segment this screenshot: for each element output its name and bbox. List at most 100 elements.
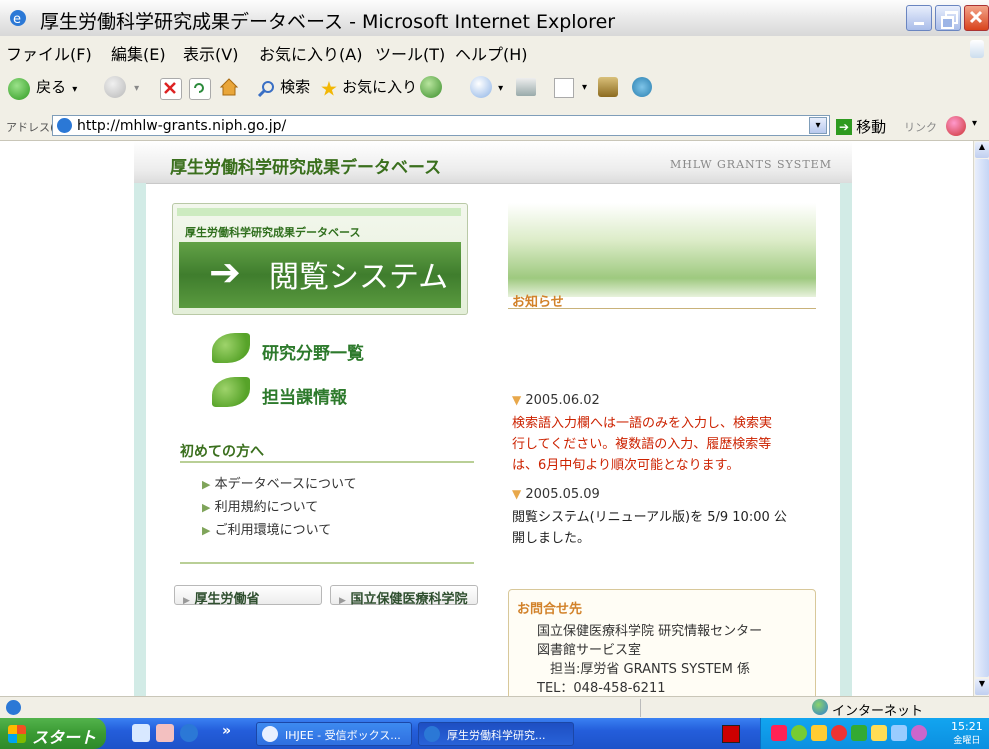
back-button[interactable]: 戻る ▾ (8, 76, 77, 100)
tray-icon[interactable] (831, 725, 847, 741)
news-line: 検索語入力欄へは一語のみを入力し、検索実 (512, 416, 773, 431)
search-button[interactable]: 検索 (256, 76, 310, 99)
quicklaunch-overflow-icon[interactable]: » (222, 723, 231, 739)
home-icon (219, 78, 239, 96)
show-desktop-icon[interactable] (132, 724, 150, 742)
back-arrow-icon (8, 77, 30, 100)
internet-zone-icon (812, 699, 828, 715)
forward-dropdown-icon[interactable]: ▾ (134, 83, 139, 94)
extension-dropdown-icon[interactable]: ▾ (972, 118, 977, 129)
history-button[interactable] (420, 76, 442, 98)
refresh-button[interactable] (189, 78, 211, 100)
tray-icon[interactable] (851, 725, 867, 741)
favorites-label: お気に入り (342, 78, 418, 96)
mail-icon (470, 76, 492, 98)
banner-caption: 厚生労働科学研究成果データベース (185, 226, 361, 239)
about-database-link[interactable]: ▶ 本データベースについて (202, 473, 357, 492)
task-label: 厚生労働科学研究... (447, 729, 546, 742)
task-label: IHJEE - 受信ボックス... (285, 729, 401, 742)
contact-line: TEL：048-458-6211 (537, 681, 666, 696)
start-button[interactable]: スタート (0, 718, 106, 749)
links-label[interactable]: リンク (904, 119, 937, 135)
go-button[interactable]: ➔ 移動 (836, 116, 886, 137)
arrow-right-icon: ➔ (209, 250, 241, 294)
messenger-button[interactable] (632, 77, 652, 97)
department-info-label: 担当課情報 (262, 388, 347, 408)
news-underline (508, 308, 816, 309)
tray-icon[interactable] (871, 725, 887, 741)
menu-view[interactable]: 表示(V) (183, 41, 238, 65)
task-outlook[interactable]: IHJEE - 受信ボックス... (256, 722, 412, 746)
vertical-scrollbar[interactable]: ▲ ▼ (973, 141, 989, 696)
tray-icon[interactable] (791, 725, 807, 741)
contact-line: 図書館サービス室 (537, 643, 642, 658)
mhlw-link-button[interactable]: ▶ 厚生労働省 (174, 585, 322, 607)
menu-bar: ファイル(F) 編集(E) 表示(V) お気に入り(A) ツール(T) ヘルプ(… (0, 36, 989, 65)
menu-file[interactable]: ファイル(F) (6, 41, 92, 65)
quicklaunch-ie-icon[interactable] (180, 724, 198, 742)
mail-dropdown-icon[interactable]: ▾ (498, 83, 503, 94)
banner-top-strip (177, 208, 461, 216)
menu-edit[interactable]: 編集(E) (111, 41, 166, 65)
forward-button[interactable]: ▾ (104, 76, 139, 98)
news-date: 2005.05.09 (525, 487, 600, 502)
niph-label: 国立保健医療科学院 (350, 592, 468, 607)
menu-tools[interactable]: ツール(T) (375, 41, 445, 65)
windows-logo-icon (8, 725, 26, 743)
status-bar: インターネット (0, 696, 989, 719)
print-button[interactable] (516, 78, 536, 96)
svg-text:e: e (13, 12, 21, 27)
terms-of-use-link[interactable]: ▶ 利用規約について (202, 496, 318, 515)
quicklaunch-app-icon[interactable] (156, 724, 174, 742)
browse-system-banner[interactable]: 厚生労働科学研究成果データベース ➔ 閲覧システム (172, 203, 468, 315)
research-field-list-label: 研究分野一覧 (262, 344, 364, 364)
contact-line: 国立保健医療科学院 研究情報センター (537, 624, 763, 639)
search-label: 検索 (280, 78, 311, 96)
scroll-thumb[interactable] (975, 159, 989, 677)
scroll-down-button[interactable]: ▼ (975, 679, 989, 695)
adobe-tray-icon[interactable] (722, 725, 740, 743)
bullet-triangle-icon: ▶ (202, 501, 211, 514)
scroll-up-button[interactable]: ▲ (975, 142, 989, 158)
mail-button[interactable]: ▾ (470, 76, 503, 98)
niph-link-button[interactable]: ▶ 国立保健医療科学院 (330, 585, 478, 607)
menu-favorites[interactable]: お気に入り(A) (259, 41, 362, 65)
stop-icon (164, 82, 176, 94)
window-title: 厚生労働科学研究成果データベース - Microsoft Internet Ex… (40, 11, 616, 33)
restore-button[interactable] (935, 5, 961, 31)
environment-link[interactable]: ▶ ご利用環境について (202, 519, 331, 538)
minimize-button[interactable] (906, 5, 932, 31)
toolbar-extension-icon[interactable] (946, 116, 966, 136)
edit-dropdown-icon[interactable]: ▾ (582, 82, 587, 93)
favorites-button[interactable]: ★ お気に入り (320, 76, 417, 101)
go-label: 移動 (856, 118, 887, 136)
windows-flag-icon (970, 40, 984, 58)
clock-time: 15:21 (951, 720, 983, 733)
environment-label: ご利用環境について (214, 523, 332, 538)
title-bar: e 厚生労働科学研究成果データベース - Microsoft Internet … (0, 0, 989, 37)
news-item: ▼ 2005.06.02 (512, 393, 600, 408)
tray-icon[interactable] (911, 725, 927, 741)
contact-heading: お問合せ先 (517, 602, 583, 617)
taskbar: スタート » IHJEE - 受信ボックス... 厚生労働科学研究... 15:… (0, 718, 989, 749)
clock[interactable]: 15:21 金曜日 (951, 720, 983, 746)
tray-icon[interactable] (771, 725, 787, 741)
address-dropdown-button[interactable]: ▾ (809, 117, 827, 134)
home-button[interactable] (218, 76, 240, 102)
stop-button[interactable] (160, 78, 182, 100)
edit-button[interactable] (554, 78, 574, 98)
banner-main-text: 閲覧システム (269, 260, 449, 295)
menu-help[interactable]: ヘルプ(H) (455, 41, 528, 65)
discuss-button[interactable] (598, 77, 618, 97)
browser-viewport: 厚生労働科学研究成果データベース MHLW GRANTS SYSTEM 厚生労働… (0, 141, 973, 696)
tray-icon[interactable] (811, 725, 827, 741)
tray-icon[interactable] (891, 725, 907, 741)
close-button[interactable] (964, 5, 989, 31)
triangle-icon: ▶ (339, 596, 346, 606)
back-dropdown-icon[interactable]: ▾ (72, 84, 77, 95)
page-title: 厚生労働科学研究成果データベース (170, 158, 442, 178)
section-divider (180, 562, 474, 564)
address-input[interactable]: http://mhlw-grants.niph.go.jp/ ▾ (52, 115, 830, 136)
web-page: 厚生労働科学研究成果データベース MHLW GRANTS SYSTEM 厚生労働… (134, 141, 852, 696)
task-browser[interactable]: 厚生労働科学研究... (418, 722, 574, 746)
